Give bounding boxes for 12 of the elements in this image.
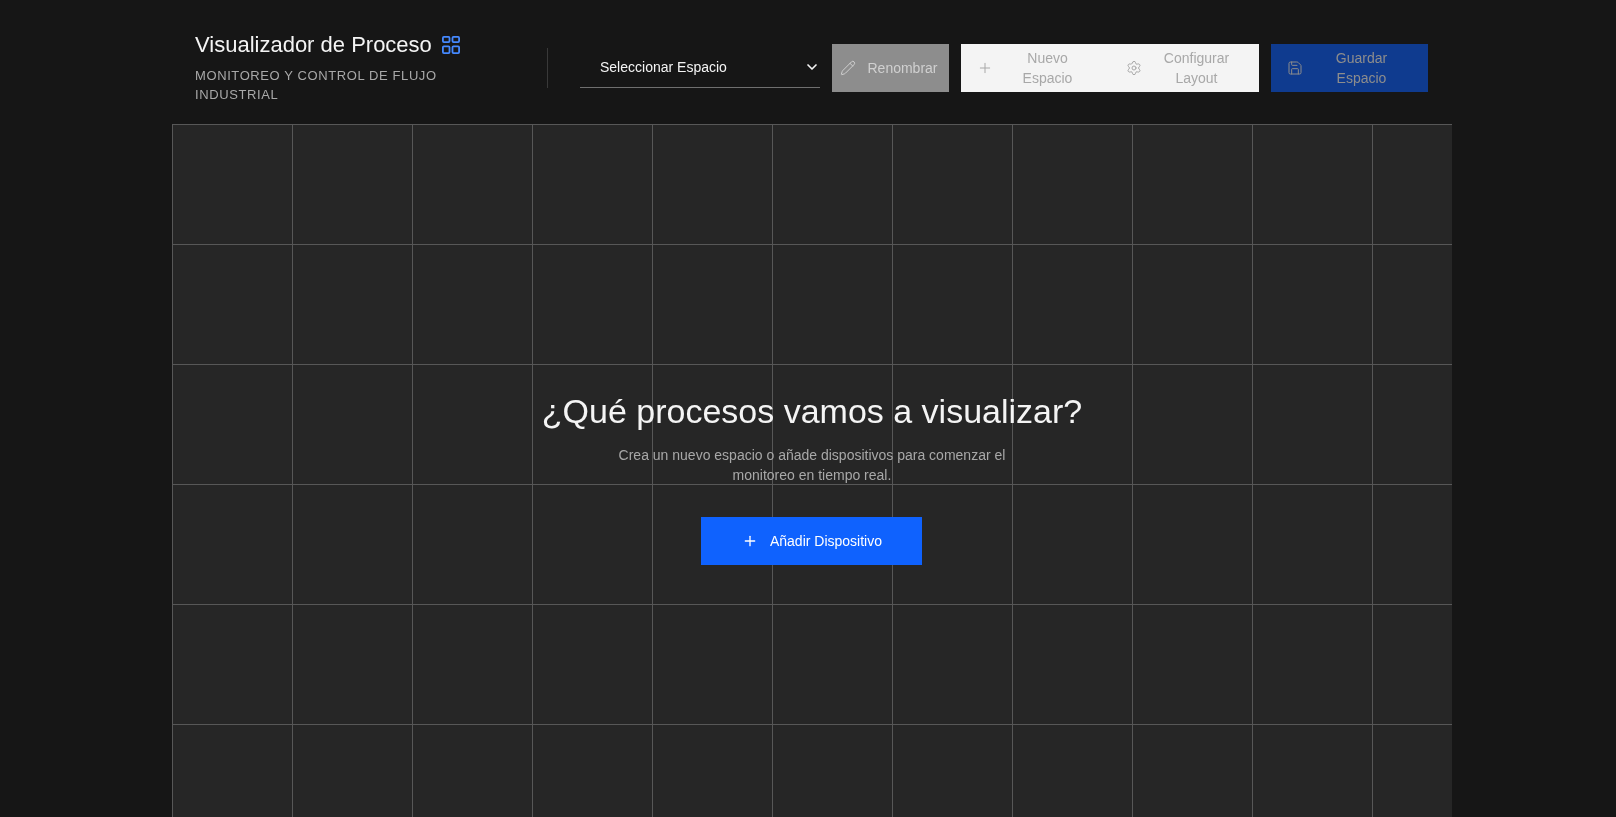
toolbar-button[interactable]: Configurar Layout	[1110, 43, 1259, 92]
grid-icon	[441, 36, 460, 54]
save-icon	[1287, 59, 1303, 76]
add-device-button[interactable]: Añadir Dispositivo	[701, 517, 923, 565]
pencil-icon	[840, 59, 856, 76]
empty-state-heading: ¿Qué procesos vamos a visualizar?	[541, 391, 1083, 432]
toolbar-button[interactable]: Nuevo Espacio	[961, 43, 1110, 92]
gear-icon	[1126, 59, 1142, 76]
app-title: Visualizador de Proceso	[195, 31, 432, 59]
app-subtitle: MONITOREO Y CONTROL DE FLUJO INDUSTRIAL	[195, 67, 438, 104]
empty-state-description: Crea un nuevo espacio o añade dispositivos para comenzar el monitoreo en tiempo real.	[617, 446, 1007, 485]
space-select[interactable]: Seleccionar Espacio	[580, 47, 820, 88]
